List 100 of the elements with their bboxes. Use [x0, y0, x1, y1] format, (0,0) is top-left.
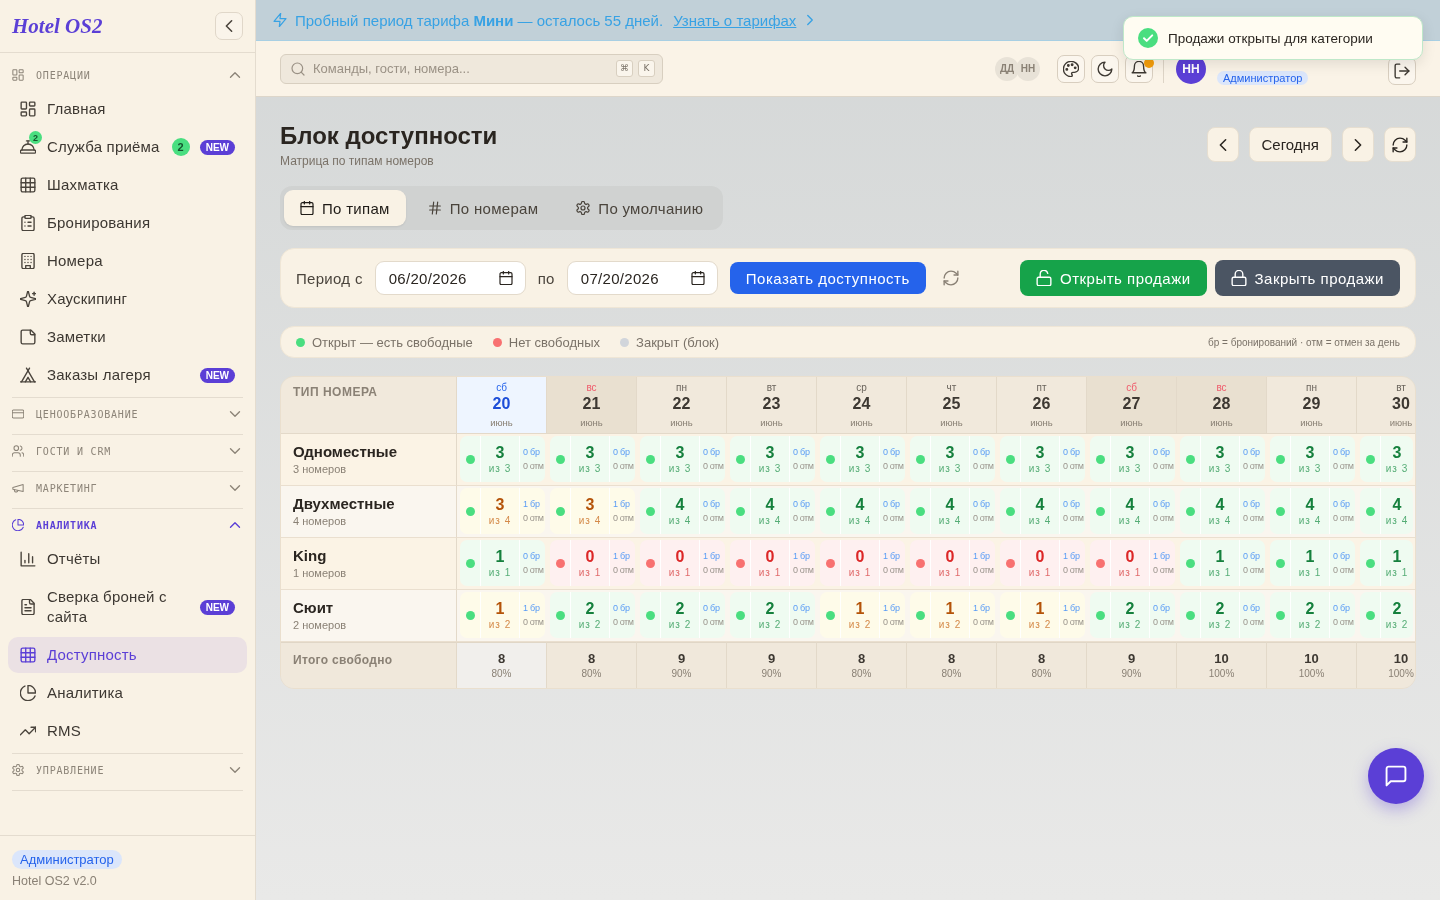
availability-cell[interactable]: 3 из 3 0 бр 0 отм [640, 436, 725, 482]
availability-cell[interactable]: 3 из 3 0 бр 0 отм [1270, 436, 1355, 482]
availability-cell[interactable]: 1 из 2 1 бр 0 отм [1000, 592, 1085, 638]
availability-cell[interactable]: 3 из 3 0 бр 0 отм [730, 436, 815, 482]
bookings-count: 1 бр [1063, 550, 1081, 562]
status-dot-icon [1275, 506, 1285, 516]
sidebar-item[interactable]: Доступность [8, 637, 247, 673]
sidebar-item[interactable]: Заказы лагеря NEW [8, 357, 247, 393]
section-header[interactable]: ГОСТИ И CRM [12, 435, 243, 467]
cancellations-count: 0 отм [523, 616, 545, 628]
refresh-button[interactable] [1384, 127, 1416, 162]
availability-cell[interactable]: 2 из 2 0 бр 0 отм [1180, 592, 1265, 638]
month-label: июнь [1030, 416, 1053, 430]
open-sales-button[interactable]: Открыть продажи [1020, 260, 1207, 296]
free-count: 2 [1215, 599, 1225, 618]
palette-button[interactable] [1057, 54, 1085, 83]
availability-cell[interactable]: 0 из 1 1 бр 0 отм [640, 540, 725, 586]
availability-cell[interactable]: 0 из 1 1 бр 0 отм [910, 540, 995, 586]
close-sales-button[interactable]: Закрыть продажи [1214, 260, 1400, 296]
availability-cell[interactable]: 4 из 4 0 бр 0 отм [640, 488, 725, 534]
availability-cell[interactable]: 2 из 2 [1360, 592, 1413, 638]
availability-cell[interactable]: 3 из 3 [1360, 436, 1413, 482]
availability-cell[interactable]: 0 из 1 1 бр 0 отм [1000, 540, 1085, 586]
sidebar-item[interactable]: RMS [8, 713, 247, 749]
availability-cell[interactable]: 3 из 3 0 бр 0 отм [910, 436, 995, 482]
free-count: 3 [675, 443, 685, 462]
availability-cell[interactable]: 4 из 4 [1360, 488, 1413, 534]
availability-cell[interactable]: 4 из 4 0 бр 0 отм [1090, 488, 1175, 534]
sidebar-item[interactable]: Аналитика [8, 675, 247, 711]
availability-cell[interactable]: 2 из 2 0 бр 0 отм [550, 592, 635, 638]
total-count: из 1 [668, 566, 692, 579]
sidebar-item[interactable]: Хаускипинг [8, 281, 247, 317]
dark-mode-button[interactable] [1091, 54, 1119, 83]
status-dot-icon [465, 454, 475, 464]
availability-cell[interactable]: 0 из 1 1 бр 0 отм [550, 540, 635, 586]
availability-cell[interactable]: 1 из 2 1 бр 0 отм [910, 592, 995, 638]
availability-cell[interactable]: 2 из 2 0 бр 0 отм [640, 592, 725, 638]
availability-cell[interactable]: 1 из 1 0 бр 0 отм [1180, 540, 1265, 586]
availability-cell[interactable]: 3 из 4 1 бр 0 отм [550, 488, 635, 534]
bookings-count: 1 бр [1063, 602, 1081, 614]
section-header[interactable]: УПРАВЛЕНИЕ [12, 754, 243, 786]
availability-cell[interactable]: 4 из 4 0 бр 0 отм [1000, 488, 1085, 534]
availability-cell[interactable]: 0 из 1 1 бр 0 отм [820, 540, 905, 586]
weekday-label: вт [766, 382, 777, 394]
section-header[interactable]: ОПЕРАЦИИ [12, 59, 243, 91]
app-logo[interactable]: Hotel OS2 [12, 13, 103, 39]
sidebar-item[interactable]: Отчёты [8, 541, 247, 577]
availability-cell[interactable]: 1 из 1 [1360, 540, 1413, 586]
view-tab[interactable]: По номерам [411, 190, 555, 226]
total-free: 10 [1214, 651, 1229, 667]
document-icon [20, 599, 36, 615]
view-tab[interactable]: По умолчанию [560, 190, 720, 226]
bookings-count: 0 бр [793, 602, 811, 614]
availability-cell[interactable]: 1 из 2 1 бр 0 отм [820, 592, 905, 638]
section-header[interactable]: МАРКЕТИНГ [12, 472, 243, 504]
sidebar-item[interactable]: 2 Служба приёма 2 NEW [8, 129, 247, 165]
availability-cell[interactable]: 3 из 3 0 бр 0 отм [1090, 436, 1175, 482]
availability-cell[interactable]: 4 из 4 0 бр 0 отм [910, 488, 995, 534]
day-number: 29 [1302, 394, 1321, 414]
section-header[interactable]: АНАЛИТИКА [12, 509, 243, 541]
sidebar-item[interactable]: Главная [8, 91, 247, 127]
availability-cell[interactable]: 2 из 2 0 бр 0 отм [730, 592, 815, 638]
availability-cell[interactable]: 1 из 2 1 бр 0 отм [460, 592, 545, 638]
availability-cell[interactable]: 4 из 4 0 бр 0 отм [1180, 488, 1265, 534]
availability-cell[interactable]: 3 из 3 0 бр 0 отм [820, 436, 905, 482]
availability-cell[interactable]: 1 из 1 0 бр 0 отм [1270, 540, 1355, 586]
show-availability-button[interactable]: Показать доступность [729, 262, 926, 294]
availability-cell[interactable]: 4 из 4 0 бр 0 отм [730, 488, 815, 534]
sidebar-item[interactable]: Шахматка [8, 167, 247, 203]
availability-cell[interactable]: 3 из 3 0 бр 0 отм [1180, 436, 1265, 482]
sidebar-item[interactable]: Номера [8, 243, 247, 279]
availability-cell[interactable]: 3 из 3 0 бр 0 отм [550, 436, 635, 482]
cancellations-count: 0 отм [613, 460, 635, 472]
cancellations-count: 0 отм [703, 564, 725, 576]
availability-cell[interactable]: 2 из 2 0 бр 0 отм [1090, 592, 1175, 638]
sidebar-item[interactable]: Заметки [8, 319, 247, 355]
availability-cell[interactable]: 1 из 1 0 бр 0 отм [460, 540, 545, 586]
availability-cell[interactable]: 2 из 2 0 бр 0 отм [1270, 592, 1355, 638]
date-field[interactable]: 07/20/2026 [566, 261, 718, 295]
date-field[interactable]: 06/20/2026 [374, 261, 526, 295]
dashboard-icon [20, 101, 36, 117]
status-dot-icon [915, 454, 925, 464]
sidebar-item[interactable]: Сверка броней с сайта NEW [8, 579, 247, 635]
room-count: 4 номеров [293, 514, 348, 528]
collapse-sidebar-button[interactable] [215, 12, 243, 40]
total-free: 9 [677, 651, 686, 667]
availability-cell[interactable]: 3 из 4 1 бр 0 отм [460, 488, 545, 534]
today-button[interactable]: Сегодня [1248, 127, 1332, 162]
sidebar-item[interactable]: Бронирования [8, 205, 247, 241]
availability-cell[interactable]: 4 из 4 0 бр 0 отм [820, 488, 905, 534]
total-count: из 3 [848, 462, 872, 475]
section-header[interactable]: ЦЕНООБРАЗОВАНИЕ [12, 398, 243, 430]
refresh-icon[interactable] [942, 270, 959, 286]
availability-cell[interactable]: 3 из 3 0 бр 0 отм [460, 436, 545, 482]
availability-cell[interactable]: 0 из 1 1 бр 0 отм [1090, 540, 1175, 586]
availability-cell[interactable]: 0 из 1 1 бр 0 отм [730, 540, 815, 586]
free-count: 1 [495, 547, 505, 566]
view-tab[interactable]: По типам [284, 190, 406, 226]
availability-cell[interactable]: 3 из 3 0 бр 0 отм [1000, 436, 1085, 482]
availability-cell[interactable]: 4 из 4 0 бр 0 отм [1270, 488, 1355, 534]
